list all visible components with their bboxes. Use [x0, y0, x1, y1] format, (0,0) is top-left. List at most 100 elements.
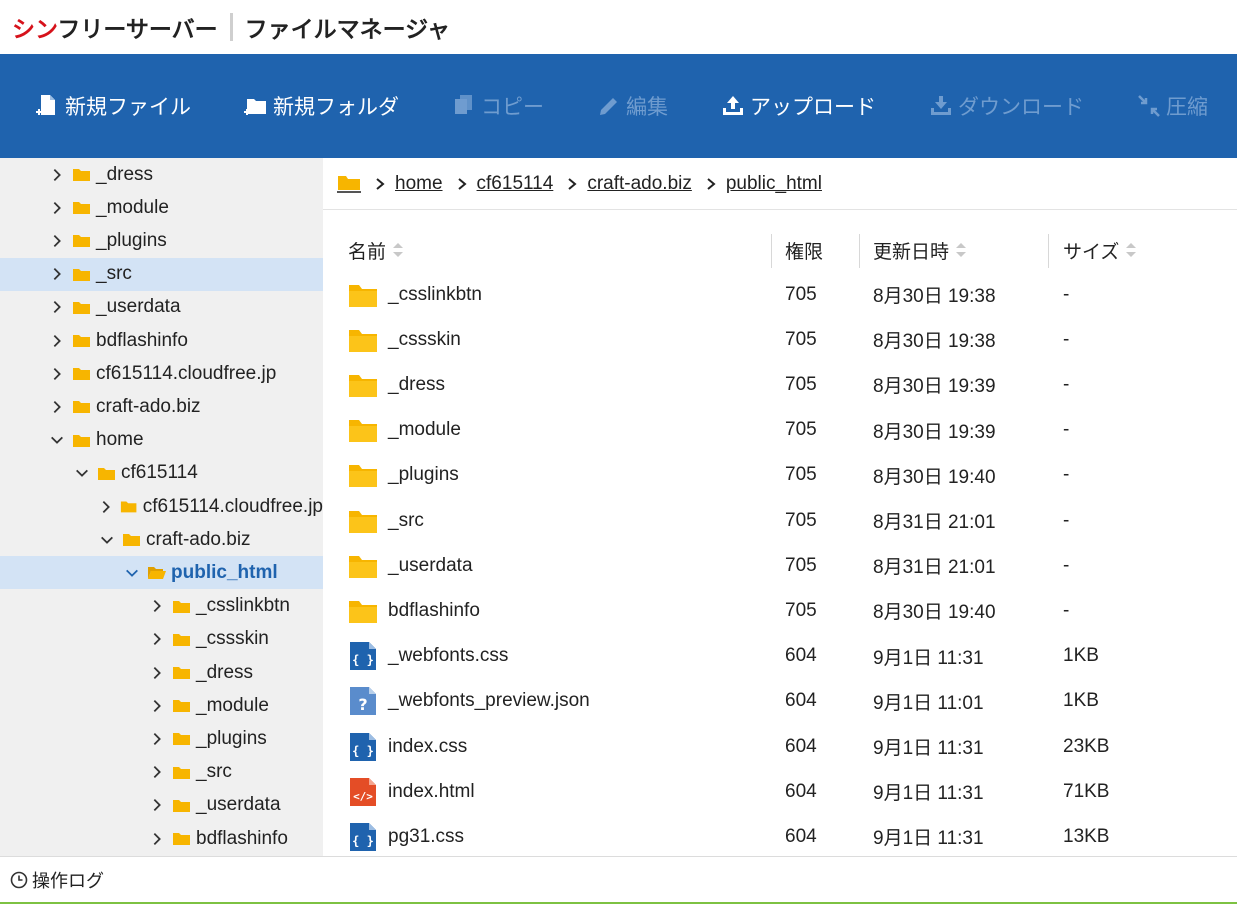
column-divider[interactable]: [859, 234, 860, 268]
chevron-right-icon[interactable]: [48, 265, 66, 283]
file-name-cell[interactable]: bdflashinfo: [348, 588, 480, 633]
toolbar-button-label: アップロード: [750, 96, 876, 119]
chevron-right-icon[interactable]: [48, 398, 66, 416]
chevron-right-icon[interactable]: [148, 796, 166, 814]
tree-item[interactable]: bdflashinfo: [0, 822, 323, 855]
tree-item[interactable]: _userdata: [0, 789, 323, 822]
tree-item[interactable]: _src: [0, 257, 323, 291]
toolbar-button-new-file[interactable]: 新規ファイル: [35, 91, 191, 121]
file-name-cell[interactable]: _cssskin: [348, 317, 461, 362]
chevron-right-icon[interactable]: [148, 730, 166, 748]
tree-item[interactable]: bdflashinfo: [0, 324, 323, 357]
tree-item[interactable]: _src: [0, 756, 323, 789]
chevron-right-icon[interactable]: [148, 697, 166, 715]
column-divider[interactable]: [1048, 234, 1049, 268]
tree-item[interactable]: cf615114.cloudfree.jp: [0, 490, 323, 523]
file-name-cell[interactable]: { } _webfonts.css: [348, 634, 508, 679]
tree-item[interactable]: _cssskin: [0, 623, 323, 656]
download-icon: [931, 96, 951, 115]
file-name-cell[interactable]: _src: [348, 498, 424, 543]
chevron-down-icon[interactable]: [48, 431, 66, 449]
tree-item[interactable]: home: [0, 424, 323, 457]
breadcrumb-link[interactable]: cf615114: [477, 173, 554, 195]
tree-item[interactable]: _plugins: [0, 224, 323, 257]
table-row[interactable]: _userdata 705 8月31日 21:01 -: [348, 543, 1218, 588]
toolbar-button-pencil[interactable]: 編集: [596, 91, 668, 121]
chevron-right-icon[interactable]: [98, 498, 114, 516]
file-perm-cell: 604: [785, 690, 817, 712]
chevron-down-icon[interactable]: [123, 564, 141, 582]
toolbar-button-copy[interactable]: コピー: [451, 91, 544, 121]
table-row[interactable]: </> index.html 604 9月1日 11:31 71KB: [348, 769, 1218, 814]
tree-item[interactable]: _module: [0, 191, 323, 224]
operation-log-label: 操作ログ: [32, 870, 104, 891]
table-row[interactable]: ? _webfonts_preview.json 604 9月1日 11:01 1KB: [348, 679, 1218, 724]
column-size-label: サイズ: [1063, 241, 1120, 263]
file-name-cell[interactable]: _csslinkbtn: [348, 272, 482, 317]
tree-item[interactable]: craft-ado.biz: [0, 390, 323, 423]
chevron-right-icon[interactable]: [48, 199, 66, 217]
tree-item[interactable]: _csslinkbtn: [0, 590, 323, 623]
breadcrumb-link[interactable]: public_html: [726, 173, 822, 195]
toolbar-button-label: 新規ファイル: [65, 96, 191, 119]
chevron-down-icon[interactable]: [73, 464, 91, 482]
table-row[interactable]: _plugins 705 8月30日 19:40 -: [348, 453, 1218, 498]
table-row[interactable]: { } index.css 604 9月1日 11:31 23KB: [348, 724, 1218, 769]
file-name-cell[interactable]: _plugins: [348, 453, 459, 498]
chevron-right-icon[interactable]: [48, 166, 66, 184]
chevron-right-icon[interactable]: [148, 664, 166, 682]
file-name-cell[interactable]: { } index.css: [348, 724, 467, 769]
tree-item[interactable]: _userdata: [0, 291, 323, 324]
file-name-cell[interactable]: </> index.html: [348, 769, 475, 814]
folder-tree[interactable]: _dress _module _plugins _src _userdata bdflas…: [0, 158, 323, 856]
table-row[interactable]: { } _webfonts.css 604 9月1日 11:31 1KB: [348, 634, 1218, 679]
column-header-name[interactable]: 名前: [348, 232, 404, 268]
tree-item[interactable]: _dress: [0, 158, 323, 191]
chevron-right-icon[interactable]: [148, 763, 166, 781]
table-row[interactable]: _cssskin 705 8月30日 19:38 -: [348, 317, 1218, 362]
file-name-cell[interactable]: { } pg31.css: [348, 814, 464, 859]
tree-item[interactable]: cf615114.cloudfree.jp: [0, 357, 323, 390]
column-header-size[interactable]: サイズ: [1063, 232, 1137, 268]
chevron-right-icon[interactable]: [148, 630, 166, 648]
tree-item[interactable]: public_html: [0, 556, 323, 590]
breadcrumb-link[interactable]: home: [395, 173, 443, 195]
chevron-right-icon[interactable]: [48, 232, 66, 250]
chevron-right-icon[interactable]: [148, 597, 166, 615]
toolbar-button-download[interactable]: ダウンロード: [928, 91, 1084, 121]
table-row[interactable]: bdflashinfo 705 8月30日 19:40 -: [348, 588, 1218, 633]
chevron-down-icon[interactable]: [98, 531, 116, 549]
tree-item[interactable]: _dress: [0, 656, 323, 689]
column-header-perm[interactable]: 権限: [785, 232, 823, 268]
table-row[interactable]: _module 705 8月30日 19:39 -: [348, 408, 1218, 453]
file-name-cell[interactable]: ? _webfonts_preview.json: [348, 679, 590, 724]
chevron-right-icon[interactable]: [148, 830, 166, 848]
table-row[interactable]: _src 705 8月31日 21:01 -: [348, 498, 1218, 543]
tree-item[interactable]: _module: [0, 689, 323, 722]
table-row[interactable]: { } pg31.css 604 9月1日 11:31 13KB: [348, 814, 1218, 859]
tree-item[interactable]: cf615114: [0, 457, 323, 490]
folder-icon: [349, 510, 377, 533]
tree-item[interactable]: craft-ado.biz: [0, 523, 323, 556]
tree-item-label: craft-ado.biz: [96, 395, 201, 417]
tree-item[interactable]: _plugins: [0, 722, 323, 755]
table-row[interactable]: _dress 705 8月30日 19:39 -: [348, 362, 1218, 407]
column-divider[interactable]: [771, 234, 772, 268]
toolbar-button-upload[interactable]: アップロード: [720, 91, 876, 121]
file-date-cell: 8月30日 19:38: [873, 331, 996, 353]
column-header-date[interactable]: 更新日時: [873, 232, 967, 268]
file-perm-cell: 705: [785, 373, 817, 395]
file-name-cell[interactable]: _userdata: [348, 543, 473, 588]
breadcrumb-link[interactable]: craft-ado.biz: [587, 173, 692, 195]
chevron-right-icon[interactable]: [48, 332, 66, 350]
toolbar-button-compress[interactable]: 圧縮: [1136, 91, 1208, 121]
chevron-right-icon[interactable]: [48, 298, 66, 316]
operation-log-bar[interactable]: 操作ログ: [0, 856, 1237, 904]
file-name-cell[interactable]: _dress: [348, 362, 445, 407]
new-file-icon: [36, 95, 55, 115]
file-name-cell[interactable]: _module: [348, 408, 461, 453]
chevron-right-icon[interactable]: [48, 365, 66, 383]
toolbar-button-new-folder[interactable]: 新規フォルダ: [243, 91, 399, 121]
table-row[interactable]: _csslinkbtn 705 8月30日 19:38 -: [348, 272, 1218, 317]
brand-logo[interactable]: シンフリーサーバー: [12, 10, 218, 44]
